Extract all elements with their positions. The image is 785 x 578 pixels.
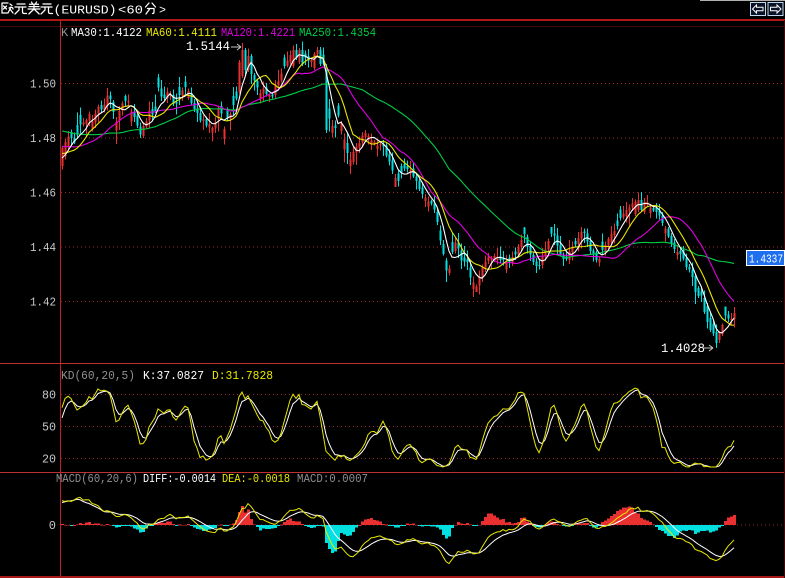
svg-text:MA30:1.4122: MA30:1.4122 [71,26,142,40]
svg-text:MACD:0.0007: MACD:0.0007 [297,472,368,486]
svg-text:1.48: 1.48 [30,132,56,146]
svg-text:0: 0 [49,519,56,533]
svg-text:1.5144: 1.5144 [186,39,230,54]
svg-text:DIFF:-0.0014: DIFF:-0.0014 [143,472,216,486]
svg-text:(EURUSD): (EURUSD) [54,4,117,18]
svg-text:K: K [61,26,69,40]
svg-text:MACD(60,20,6): MACD(60,20,6) [56,472,138,486]
svg-text:MA120:1.4221: MA120:1.4221 [221,26,295,40]
svg-text:1.50: 1.50 [30,78,56,92]
svg-text:1.44: 1.44 [30,241,56,255]
svg-text:MA60:1.4111: MA60:1.4111 [146,26,217,40]
svg-text:MA250:1.4354: MA250:1.4354 [299,26,376,40]
svg-text:<60: <60 [118,4,143,18]
svg-text:KD(60,20,5): KD(60,20,5) [61,369,135,383]
svg-text:K:37.0827: K:37.0827 [143,369,204,383]
svg-text:1.42: 1.42 [30,296,56,310]
svg-text:D:31.7828: D:31.7828 [212,369,273,383]
svg-text:50: 50 [42,421,56,435]
svg-text:80: 80 [42,388,56,402]
svg-text:1.4028: 1.4028 [661,341,705,356]
svg-text:DEA:-0.0018: DEA:-0.0018 [222,472,290,486]
svg-text:20: 20 [42,453,56,467]
svg-text:1.4337: 1.4337 [749,253,783,267]
svg-text:1.46: 1.46 [30,187,56,201]
svg-text:>: > [159,4,166,18]
